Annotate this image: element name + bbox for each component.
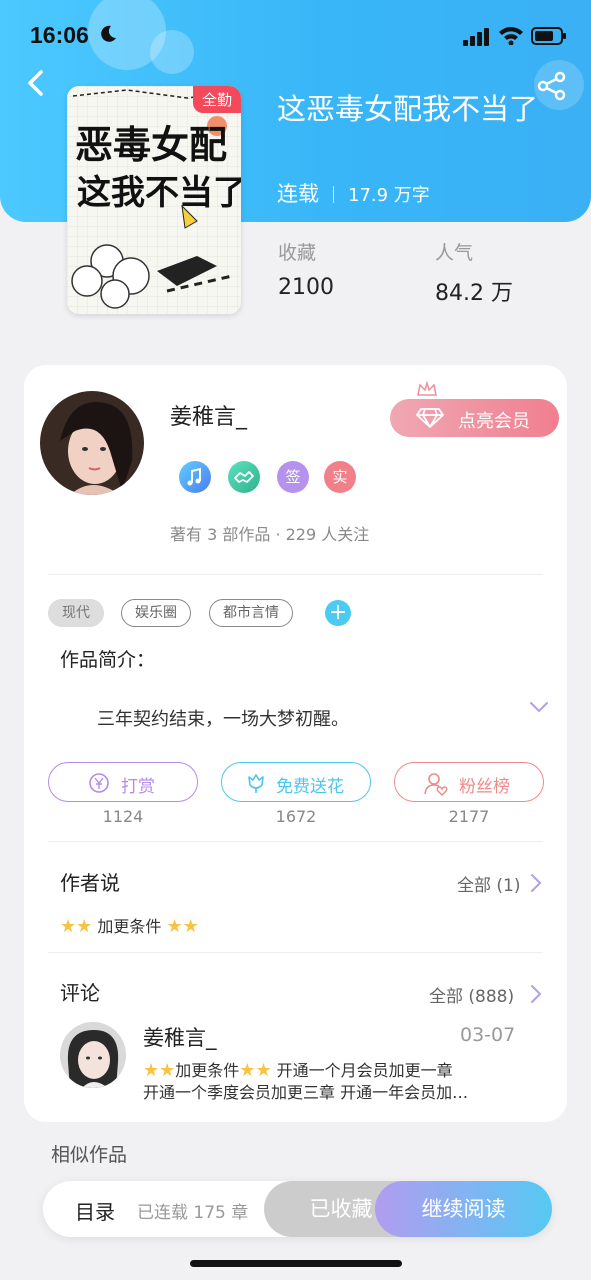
comments-all-link[interactable]: 全部 (888) [429, 982, 514, 1007]
tag-urban-romance[interactable]: 都市言情 [209, 599, 293, 627]
music-note-icon[interactable] [179, 461, 211, 493]
verified-badge[interactable]: 实 [324, 461, 356, 493]
bottom-action-bar: 目录 已连载 175 章 已收藏 继续阅读 [43, 1181, 552, 1237]
star-icon: ★ [182, 916, 199, 937]
star-icon: ★ [60, 916, 77, 937]
back-arrow-icon[interactable] [22, 68, 52, 98]
stat-popularity: 人气 84.2 万 [435, 242, 513, 306]
tag-entertainment[interactable]: 娱乐圈 [121, 599, 191, 627]
star-icon: ★ [76, 916, 93, 937]
user-heart-icon [424, 773, 448, 796]
divider [48, 841, 543, 842]
comments-title: 评论 [60, 981, 100, 1005]
intro-title: 作品简介： [60, 649, 156, 671]
star-icon: ★ [239, 1060, 256, 1081]
author-works-info: 著有 3 部作品 · 229 人关注 [170, 525, 370, 544]
comment-text-line[interactable]: 开通一个季度会员加更三章 开通一年会员加… [143, 1079, 528, 1103]
divider [48, 574, 543, 575]
intro-text: 三年契约结束，一场大梦初醒。 [97, 709, 349, 730]
tag-modern[interactable]: 现代 [48, 599, 104, 627]
book-word-count: 17.9 万字 [348, 185, 430, 206]
comment-date: 03-07 [460, 1024, 516, 1046]
battery-icon [531, 27, 566, 45]
add-tag-button[interactable]: + [325, 600, 351, 626]
author-name[interactable]: 姜稚言_ [170, 399, 247, 431]
diamond-icon [416, 408, 444, 428]
flower-icon [248, 774, 264, 793]
yen-coin-icon [89, 773, 109, 793]
book-status: 连载 [277, 182, 319, 206]
divider [48, 952, 543, 953]
star-icon: ★ [255, 1060, 272, 1081]
moon-icon [101, 25, 116, 42]
status-time: 16:06 [30, 22, 89, 48]
home-indicator [190, 1260, 402, 1267]
book-info-card: 姜稚言_ 点亮会员 签 实 著有 3 部作品 · 229 人关注 现代 娱乐圈 … [24, 365, 567, 1122]
commenter-name[interactable]: 姜稚言_ [143, 1022, 217, 1052]
book-meta: 连载 17.9 万字 [277, 178, 430, 208]
commenter-avatar[interactable] [60, 1022, 126, 1088]
author-avatar[interactable] [40, 391, 144, 495]
continue-reading-button[interactable]: 继续阅读 [375, 1181, 552, 1237]
star-icon: ★ [143, 1060, 160, 1081]
flower-count: 1672 [275, 807, 317, 826]
book-cover-art: 恶毒女配 这我不当了 [67, 86, 241, 314]
reward-count: 1124 [102, 807, 144, 826]
send-flower-button[interactable]: 免费送花 [221, 762, 371, 802]
svg-text:这我不当了: 这我不当了 [77, 173, 241, 213]
activate-membership-button[interactable]: 点亮会员 [390, 399, 559, 437]
comment-text-line[interactable]: ★★加更条件★★ 开通一个月会员加更一章 [143, 1057, 528, 1081]
svg-text:恶毒女配: 恶毒女配 [75, 123, 227, 167]
crown-icon [417, 381, 437, 396]
star-icon: ★ [159, 1060, 176, 1081]
handshake-icon[interactable] [228, 461, 260, 493]
chevron-right-icon[interactable] [529, 983, 543, 1005]
book-title: 这恶毒女配我不当了 [277, 92, 539, 126]
author-says-all-link[interactable]: 全部 (1) [457, 871, 520, 896]
chevron-down-icon[interactable] [528, 700, 550, 714]
book-cover[interactable]: 恶毒女配 这我不当了 全勤 [67, 86, 241, 314]
signed-author-badge[interactable]: 签 [277, 461, 309, 493]
status-bar: 16:06 [0, 18, 591, 58]
chapter-count: 已连载 175 章 [137, 1203, 249, 1223]
reward-button[interactable]: 打赏 [48, 762, 198, 802]
table-of-contents-button[interactable]: 目录 [75, 1196, 115, 1225]
fan-ranking-button[interactable]: 粉丝榜 [394, 762, 544, 802]
chevron-right-icon[interactable] [529, 872, 543, 894]
cellular-signal-icon [463, 28, 489, 46]
fan-count: 2177 [448, 807, 490, 826]
author-note: ★★ 加更条件 ★★ [60, 916, 199, 937]
similar-works-title: 相似作品 [51, 1144, 128, 1166]
star-icon: ★ [166, 916, 183, 937]
author-says-title: 作者说 [60, 871, 120, 895]
cover-badge: 全勤 [192, 86, 241, 113]
wifi-icon [499, 27, 523, 45]
stat-favorites: 收藏 2100 [278, 242, 334, 300]
